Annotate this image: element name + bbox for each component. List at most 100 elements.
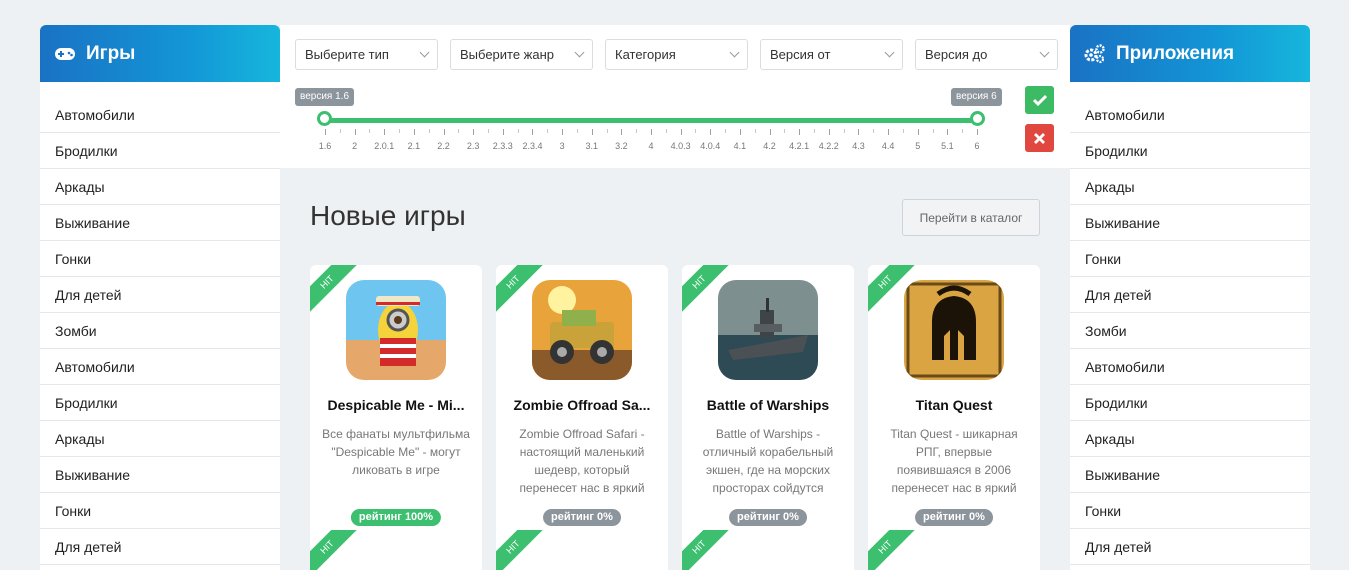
apps-category-item[interactable]: Гонки — [1070, 241, 1310, 277]
apps-sidebar-title: Приложения — [1116, 42, 1235, 64]
apps-category-item[interactable]: Аркады — [1070, 169, 1310, 205]
slider-tick-label: 4.4 — [881, 141, 895, 151]
games-category-item[interactable]: Зомби — [40, 313, 280, 349]
apply-filter-button[interactable] — [1025, 86, 1054, 114]
games-category-item[interactable]: Для детей — [40, 529, 280, 565]
game-card[interactable]: HIT Zombie Offroad Sa... Zombie Offroad … — [496, 265, 668, 541]
apps-sidebar-header[interactable]: Приложения — [1070, 25, 1310, 82]
game-title[interactable]: Titan Quest — [876, 397, 1032, 413]
games-category-item[interactable]: Для детей — [40, 277, 280, 313]
slider-tick-label: 4.3 — [852, 141, 865, 151]
slider-max-handle[interactable] — [970, 111, 985, 126]
apps-category-list: Автомобили Бродилки Аркады Выживание Гон… — [1070, 82, 1310, 565]
reset-filter-button[interactable] — [1025, 124, 1054, 152]
games-category-item[interactable]: Гонки — [40, 241, 280, 277]
apps-category-item[interactable]: Выживание — [1070, 457, 1310, 493]
gamepad-icon — [54, 43, 76, 65]
slider-tick-label: 4.2.2 — [818, 141, 839, 151]
game-card[interactable]: HIT — [310, 530, 482, 570]
slider-min-handle[interactable] — [317, 111, 332, 126]
games-category-item[interactable]: Аркады — [40, 169, 280, 205]
slider-minor-tick — [339, 129, 341, 133]
game-card[interactable]: HIT — [868, 530, 1040, 570]
slider-tick-label: 3.2 — [615, 141, 628, 151]
slider-minor-tick — [547, 129, 549, 133]
slider-minor-tick — [814, 129, 815, 133]
slider-tick-label: 6 — [974, 141, 980, 151]
game-card[interactable]: HIT Titan Quest Titan Quest - шикарная Р… — [868, 265, 1040, 541]
slider-tick-label: 3.1 — [585, 141, 598, 151]
apps-category-item[interactable]: Аркады — [1070, 421, 1310, 457]
hit-ribbon: HIT — [868, 530, 924, 570]
category-select[interactable]: Категория — [605, 39, 748, 70]
version-range-track[interactable] — [325, 118, 977, 123]
slider-tick — [354, 129, 356, 135]
game-title[interactable]: Battle of Warships — [690, 397, 846, 413]
slider-minor-tick — [932, 129, 934, 133]
games-category-item[interactable]: Аркады — [40, 421, 280, 457]
slider-minor-tick — [369, 129, 371, 133]
slider-tick-label: 2.0.1 — [374, 141, 395, 151]
slider-tick-label: 4.0.3 — [670, 141, 691, 151]
slider-tick-label: 4.2 — [763, 141, 776, 151]
slider-minor-tick — [784, 129, 786, 133]
genre-select[interactable]: Выберите жанр — [450, 39, 593, 70]
games-category-item[interactable]: Автомобили — [40, 97, 280, 133]
games-sidebar: Игры Автомобили Бродилки Аркады Выживани… — [40, 25, 280, 570]
apps-category-item[interactable]: Выживание — [1070, 205, 1310, 241]
apps-category-item[interactable]: Автомобили — [1070, 349, 1310, 385]
slider-tick — [710, 129, 712, 135]
game-title[interactable]: Despicable Me - Mi... — [318, 397, 474, 413]
game-card[interactable]: HIT Battle of Warships Battle of Warship… — [682, 265, 854, 541]
version-from-select[interactable]: Версия от — [760, 39, 903, 70]
slider-tick-label: 5.1 — [941, 141, 954, 151]
game-card[interactable]: HIT Despicable Me - Mi... Все фанаты мул… — [310, 265, 482, 541]
game-thumbnail — [346, 280, 446, 380]
go-to-catalog-button[interactable]: Перейти в каталог — [902, 199, 1040, 236]
slider-minor-tick — [458, 129, 460, 133]
apps-category-item[interactable]: Бродилки — [1070, 385, 1310, 421]
game-card[interactable]: HIT — [682, 530, 854, 570]
version-from-value: Версия от — [770, 47, 831, 62]
games-category-item[interactable]: Выживание — [40, 205, 280, 241]
games-category-item[interactable]: Бродилки — [40, 385, 280, 421]
rating-badge: рейтинг 0% — [915, 509, 993, 526]
slider-tick — [413, 129, 415, 135]
slider-minor-tick — [754, 129, 756, 133]
slider-minor-tick — [606, 129, 608, 133]
main-content: Выберите тип Выберите жанр Категория Вер… — [280, 25, 1070, 570]
game-title[interactable]: Zombie Offroad Sa... — [504, 397, 660, 413]
slider-tick — [858, 129, 860, 135]
games-category-item[interactable]: Автомобили — [40, 349, 280, 385]
games-category-item[interactable]: Гонки — [40, 493, 280, 529]
hit-ribbon: HIT — [682, 530, 738, 570]
version-to-select[interactable]: Версия до — [915, 39, 1058, 70]
game-thumbnail — [904, 280, 1004, 380]
apps-category-item[interactable]: Бродилки — [1070, 133, 1310, 169]
rating-badge: рейтинг 0% — [729, 509, 807, 526]
apps-sidebar: Приложения Автомобили Бродилки Аркады Вы… — [1070, 25, 1310, 570]
slider-tick-label: 2.1 — [407, 141, 421, 151]
apps-category-item[interactable]: Гонки — [1070, 493, 1310, 529]
slider-tick — [888, 129, 890, 135]
games-category-item[interactable]: Выживание — [40, 457, 280, 493]
slider-tick — [947, 129, 949, 135]
apps-category-item[interactable]: Для детей — [1070, 277, 1310, 313]
slider-tick — [384, 129, 386, 135]
slider-tick — [739, 129, 741, 135]
slider-tick-labels: 1.6 2 2.0.1 2.1 2.2 2.3 2.3.3 2.3.4 3 3.1 3.2 4 4.0.… — [319, 141, 980, 153]
games-sidebar-header[interactable]: Игры — [40, 25, 280, 82]
game-card[interactable]: HIT — [496, 530, 668, 570]
apps-category-item[interactable]: Для детей — [1070, 529, 1310, 565]
apps-category-item[interactable]: Зомби — [1070, 313, 1310, 349]
games-category-item[interactable]: Бродилки — [40, 133, 280, 169]
slider-tick-label: 4.2.1 — [789, 141, 810, 151]
chevron-down-icon — [884, 47, 895, 58]
section-title: Новые игры — [310, 200, 466, 231]
type-select[interactable]: Выберите тип — [295, 39, 438, 70]
slider-tick-label: 4.1 — [733, 141, 747, 151]
genre-select-value: Выберите жанр — [460, 47, 555, 62]
category-select-value: Категория — [615, 47, 676, 62]
apps-category-item[interactable]: Автомобили — [1070, 97, 1310, 133]
slider-minor-tick — [902, 129, 904, 133]
